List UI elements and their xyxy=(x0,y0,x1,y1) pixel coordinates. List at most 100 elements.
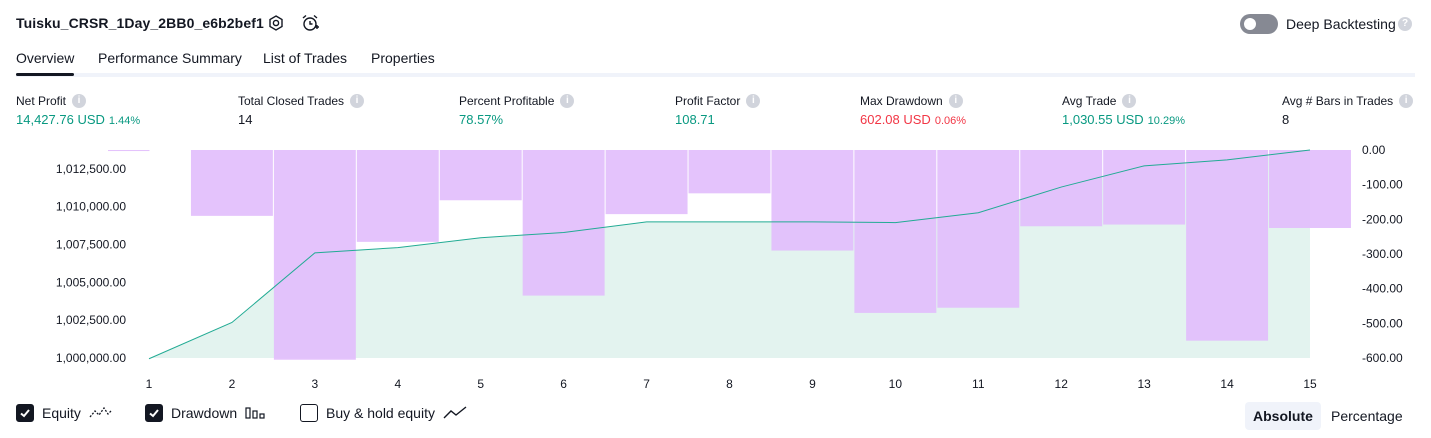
metric-net-profit: Net Profit i 14,427.76 USD 1.44% xyxy=(16,92,140,127)
equity-drawdown-chart[interactable]: 1,000,000.00 1,002,500.00 1,005,000.00 1,00… xyxy=(0,140,1431,400)
metric-value: 14 xyxy=(238,112,253,127)
x-axis-tick-label: 14 xyxy=(1220,377,1234,391)
tab-list-of-trades[interactable]: List of Trades xyxy=(263,50,347,77)
tab-label: Overview xyxy=(16,50,75,66)
metric-profit-factor: Profit Factor i 108.71 xyxy=(675,92,761,127)
help-icon[interactable]: i xyxy=(1122,94,1137,108)
check-icon xyxy=(149,409,159,418)
metric-total-closed-trades: Total Closed Trades i 14 xyxy=(238,92,365,127)
x-axis-tick-label: 4 xyxy=(394,377,401,391)
settings-icon[interactable] xyxy=(266,13,286,33)
left-axis-tick-label: 1,002,500.00 xyxy=(56,313,126,327)
drawdown-bar xyxy=(522,150,605,296)
deep-backtesting-label: Deep Backtesting xyxy=(1286,16,1396,32)
right-axis-tick-label: -600.00 xyxy=(1362,351,1403,365)
tab-label: Properties xyxy=(371,50,435,66)
x-axis-tick-label: 12 xyxy=(1055,377,1069,391)
drawdown-bar xyxy=(356,150,439,242)
metric-percent-profitable: Percent Profitable i 78.57% xyxy=(459,92,575,127)
metric-percent: 10.29% xyxy=(1147,115,1185,127)
alarm-add-icon[interactable] xyxy=(300,13,320,33)
help-icon[interactable]: i xyxy=(948,94,963,108)
drawdown-bar xyxy=(854,150,937,313)
active-tab-indicator xyxy=(16,73,75,76)
metric-percent: 0.06% xyxy=(934,115,967,127)
metric-value: 8 xyxy=(1282,112,1290,127)
left-axis-tick-label: 1,005,000.00 xyxy=(56,275,126,289)
report-header: Tuisku_CRSR_1Day_2BB0_e6b2bef1 Deep Back… xyxy=(0,0,1431,46)
legend-equity[interactable]: Equity xyxy=(16,404,113,422)
x-axis-tick-label: 13 xyxy=(1137,377,1151,391)
right-axis-tick-label: -300.00 xyxy=(1362,247,1403,261)
legend-label: Equity xyxy=(42,405,81,421)
tab-properties[interactable]: Properties xyxy=(371,50,435,77)
metric-value: 108.71 xyxy=(675,112,715,127)
absolute-mode-button[interactable]: Absolute xyxy=(1245,402,1321,430)
drawdown-bar xyxy=(108,150,150,152)
legend-label: Drawdown xyxy=(171,405,238,421)
metric-label: Avg # Bars in Trades xyxy=(1282,94,1394,108)
drawdown-bar xyxy=(1269,150,1351,228)
right-axis-tick-label: -400.00 xyxy=(1362,282,1403,296)
x-axis-tick-label: 2 xyxy=(229,377,236,391)
metric-label: Profit Factor xyxy=(675,94,741,108)
drawdown-bar xyxy=(439,150,522,201)
metric-value: 602.08 USD xyxy=(860,112,931,127)
left-axis-tick-label: 1,010,000.00 xyxy=(56,200,126,214)
metric-value: 1,030.55 USD xyxy=(1062,112,1144,127)
equity-checkbox[interactable] xyxy=(16,404,34,422)
help-icon[interactable]: i xyxy=(1399,94,1414,108)
left-axis-tick-label: 1,012,500.00 xyxy=(56,162,126,176)
chart-legend: Equity Drawdown Buy & hold equity Absolu… xyxy=(0,402,1431,430)
metric-label: Max Drawdown xyxy=(860,94,943,108)
equity-line-icon xyxy=(89,406,113,418)
metrics-row: Net Profit i 14,427.76 USD 1.44% Total Clo… xyxy=(0,92,1431,132)
drawdown-bar xyxy=(937,150,1020,308)
left-axis-tick-label: 1,000,000.00 xyxy=(56,351,126,365)
drawdown-bar xyxy=(688,150,771,194)
x-axis-tick-label: 11 xyxy=(972,377,985,391)
metric-label: Avg Trade xyxy=(1062,94,1117,108)
strategy-title: Tuisku_CRSR_1Day_2BB0_e6b2bef1 xyxy=(16,15,264,31)
metric-label: Percent Profitable xyxy=(459,94,555,108)
drawdown-bar xyxy=(771,150,854,251)
right-axis-tick-label: -200.00 xyxy=(1362,212,1403,226)
legend-buy-hold-equity[interactable]: Buy & hold equity xyxy=(300,404,467,422)
help-icon[interactable]: ? xyxy=(1398,17,1412,31)
left-axis-tick-label: 1,007,500.00 xyxy=(56,238,126,252)
legend-label: Buy & hold equity xyxy=(326,405,435,421)
x-axis-tick-label: 8 xyxy=(726,377,733,391)
drawdown-bars-icon xyxy=(245,407,265,419)
right-axis-tick-label: 0.00 xyxy=(1362,143,1386,157)
metric-percent: 1.44% xyxy=(108,115,141,127)
tab-label: Performance Summary xyxy=(98,50,242,66)
drawdown-checkbox[interactable] xyxy=(145,404,163,422)
drawdown-bar xyxy=(1186,150,1269,341)
x-axis-tick-label: 7 xyxy=(643,377,650,391)
metric-label: Net Profit xyxy=(16,94,67,108)
percentage-mode-button[interactable]: Percentage xyxy=(1323,402,1411,430)
drawdown-bar xyxy=(273,150,356,360)
x-axis-tick-label: 10 xyxy=(889,377,903,391)
right-axis-tick-label: -100.00 xyxy=(1362,178,1403,192)
tab-label: List of Trades xyxy=(263,50,348,66)
metric-avg-trade: Avg Trade i 1,030.55 USD 10.29% xyxy=(1062,92,1185,127)
right-axis-tick-label: -500.00 xyxy=(1362,316,1403,330)
buy-hold-checkbox[interactable] xyxy=(300,404,318,422)
x-axis-tick-label: 3 xyxy=(312,377,319,391)
drawdown-bar xyxy=(605,150,688,215)
help-icon[interactable]: i xyxy=(350,94,365,108)
x-axis-tick-label: 9 xyxy=(809,377,816,391)
help-icon[interactable]: i xyxy=(72,94,87,108)
help-icon[interactable]: i xyxy=(560,94,575,108)
report-tabs: Overview Performance Summary List of Tra… xyxy=(0,46,1431,78)
trend-line-icon xyxy=(443,406,467,419)
metric-label: Total Closed Trades xyxy=(238,94,345,108)
tab-performance-summary[interactable]: Performance Summary xyxy=(98,50,242,77)
tab-overview[interactable]: Overview xyxy=(16,50,75,77)
legend-drawdown[interactable]: Drawdown xyxy=(145,404,267,422)
x-axis-tick-label: 15 xyxy=(1303,377,1317,391)
deep-backtesting-toggle[interactable] xyxy=(1240,14,1278,34)
help-icon[interactable]: i xyxy=(746,94,761,108)
drawdown-bar xyxy=(1103,150,1186,225)
